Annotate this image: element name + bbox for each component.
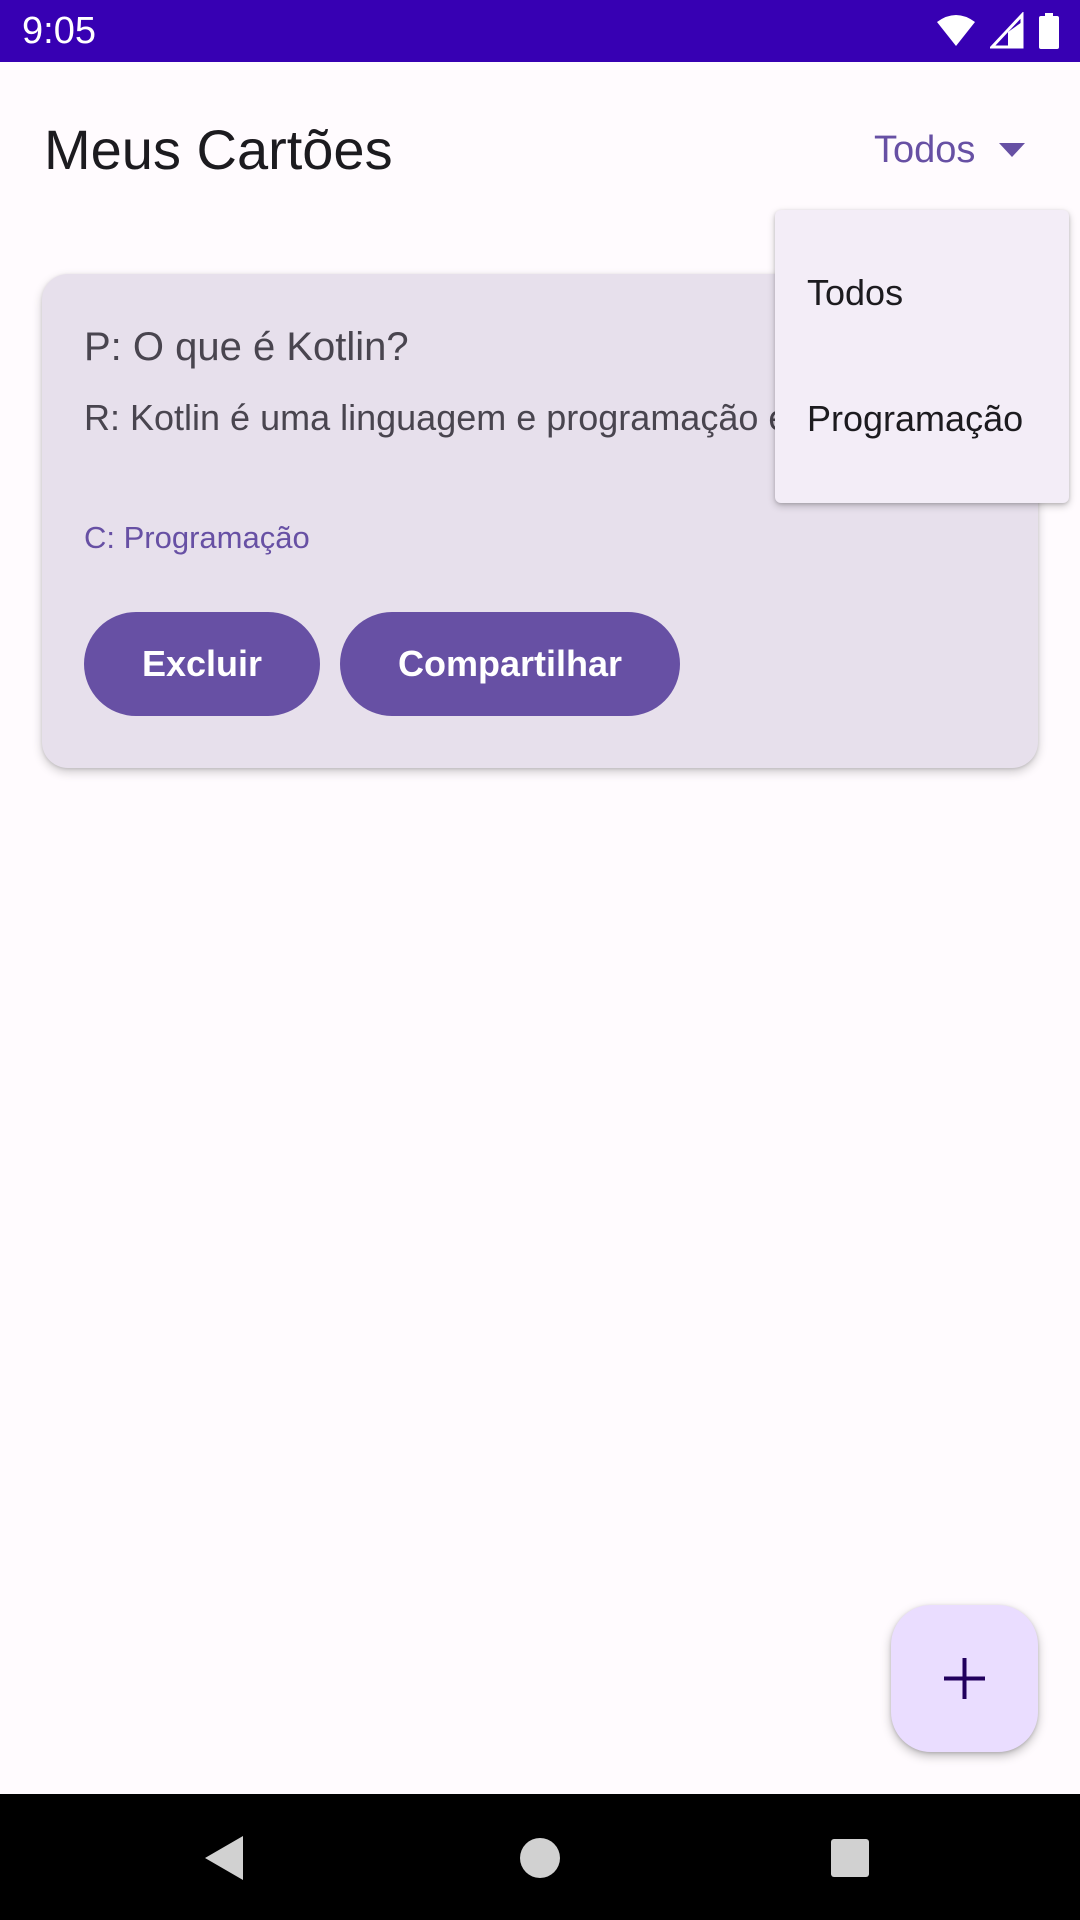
wifi-icon [936, 12, 976, 50]
recents-button[interactable] [818, 1826, 882, 1890]
navigation-bar [0, 1794, 1080, 1920]
plus-icon [944, 1658, 985, 1699]
filter-selected-label: Todos [874, 129, 976, 171]
caret-down-icon [999, 143, 1026, 157]
card-category: C: Programação [84, 520, 310, 555]
back-button[interactable] [193, 1826, 257, 1890]
home-button[interactable] [508, 1826, 572, 1890]
status-bar: 9:05 [0, 0, 1080, 62]
home-icon [520, 1838, 560, 1878]
menu-item-todos[interactable]: Todos [775, 230, 1069, 356]
filter-dropdown-menu: Todos Programação [775, 210, 1069, 503]
recents-icon [831, 1839, 869, 1877]
status-time: 9:05 [22, 10, 96, 52]
signal-icon [988, 11, 1024, 50]
add-card-button[interactable] [891, 1605, 1038, 1752]
card-question: P: O que é Kotlin? [84, 325, 409, 369]
share-button[interactable]: Compartilhar [340, 612, 680, 716]
menu-item-programacao[interactable]: Programação [775, 356, 1069, 482]
page-title: Meus Cartões [44, 118, 393, 181]
menu-item-label: Todos [807, 272, 904, 313]
delete-button[interactable]: Excluir [84, 612, 320, 716]
status-icons [936, 11, 1060, 50]
menu-item-label: Programação [807, 398, 1024, 439]
back-icon [205, 1836, 243, 1880]
category-filter-dropdown[interactable]: Todos [874, 124, 1026, 176]
battery-icon [1038, 12, 1060, 50]
